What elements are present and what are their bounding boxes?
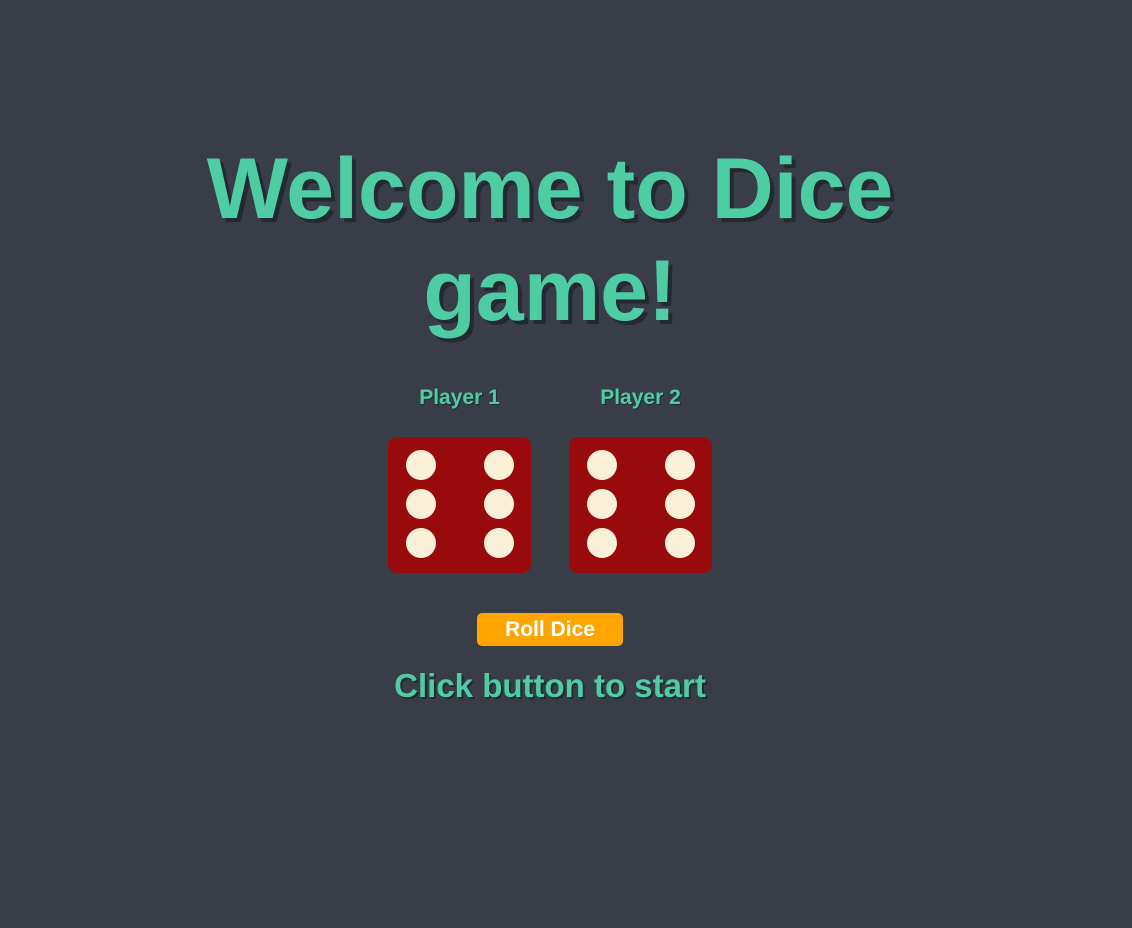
die-pip	[665, 450, 695, 480]
player-2-label: Player 2	[600, 386, 681, 409]
die-pip	[665, 489, 695, 519]
player-2-panel: Player 2	[569, 380, 712, 416]
player-2-die	[569, 437, 712, 573]
game-screen: Welcome to Dice game! Player 1 Player 2 …	[0, 0, 1132, 928]
die-pip	[484, 450, 514, 480]
die-pip	[406, 450, 436, 480]
die-pip	[587, 528, 617, 558]
die-pip	[587, 450, 617, 480]
player-1-die	[388, 437, 531, 573]
die-pip	[406, 489, 436, 519]
status-message: Click button to start	[394, 667, 706, 704]
die-pip	[587, 489, 617, 519]
page-title: Welcome to Dice game!	[206, 141, 894, 339]
die-pip	[665, 528, 695, 558]
die-pip	[406, 528, 436, 558]
die-pip	[484, 489, 514, 519]
roll-dice-button[interactable]: Roll Dice	[477, 613, 623, 646]
player-1-label: Player 1	[419, 386, 500, 409]
die-pip	[484, 528, 514, 558]
player-1-panel: Player 1	[388, 380, 531, 416]
